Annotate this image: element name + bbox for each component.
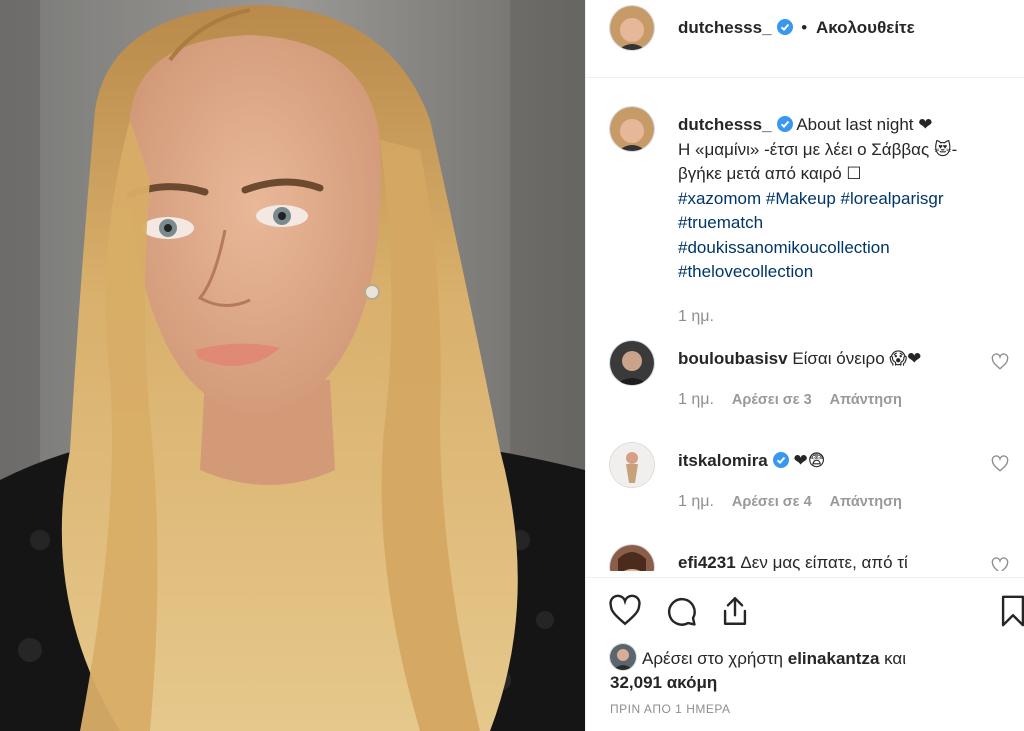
hashtag-line-2[interactable]: #truematch xyxy=(678,211,1008,236)
comment-item: itskalomira ❤😨 1 ημ. Αρέσει σε 4 Απάντηση xyxy=(586,443,1024,543)
save-bookmark-icon[interactable] xyxy=(996,594,1024,628)
hashtag-line-4[interactable]: #thelovecollection xyxy=(678,260,1008,285)
verified-badge-icon xyxy=(776,116,793,132)
post-header: dutchesss_ • Ακολουθείτε xyxy=(586,0,1024,78)
reply-button[interactable]: Απάντηση xyxy=(830,494,902,510)
hashtag-line-1[interactable]: #xazomom #Makeup #lorealparisgr xyxy=(678,187,1008,212)
likes-count[interactable]: 32,091 ακόμη xyxy=(610,673,717,692)
comments-section[interactable]: dutchesss_ About last night ❤ Η «μαμίνι»… xyxy=(586,79,1024,571)
caption-line-1: About last night ❤ xyxy=(796,115,933,134)
comment-likes[interactable]: Αρέσει σε 4 xyxy=(732,494,812,510)
comment-username[interactable]: bouloubasisv xyxy=(678,349,788,368)
post-panel: dutchesss_ • Ακολουθείτε dutchesss_ Abou… xyxy=(585,0,1024,731)
commenter-avatar[interactable] xyxy=(610,341,654,385)
caption-username[interactable]: dutchesss_ xyxy=(678,115,772,134)
comment-meta: 1 ημ. Αρέσει σε 4 Απάντηση xyxy=(678,493,920,511)
like-heart-icon[interactable] xyxy=(608,594,642,628)
hashtag-line-3[interactable]: #doukissanomikoucollection xyxy=(678,236,1008,261)
follow-status[interactable]: Ακολουθείτε xyxy=(816,18,915,37)
liker-username[interactable]: elinakantza xyxy=(788,649,880,668)
comment-body: Είσαι όνειρο 😱❤ xyxy=(792,349,922,368)
like-comment-heart-icon[interactable] xyxy=(991,353,1009,371)
separator: • xyxy=(801,18,808,37)
caption-text: dutchesss_ About last night ❤ Η «μαμίνι»… xyxy=(678,113,1008,285)
commenter-avatar[interactable] xyxy=(610,443,654,487)
author-line: dutchesss_ • Ακολουθείτε xyxy=(678,18,915,38)
comment-meta: 1 ημ. Αρέσει σε 3 Απάντηση xyxy=(678,391,920,409)
like-comment-heart-icon[interactable] xyxy=(991,455,1009,473)
caption-time: 1 ημ. xyxy=(678,308,714,325)
author-avatar[interactable] xyxy=(610,6,654,50)
caption-line-2: Η «μαμίνι» -έτσι με λέει ο Σάββας 😻- xyxy=(678,139,958,159)
comment-item: efi4231 Δεν μας είπατε, από τί xyxy=(586,545,1024,571)
comment-bubble-icon[interactable] xyxy=(664,594,698,628)
comment-time: 1 ημ. xyxy=(678,391,714,408)
likes-summary: Αρέσει στο χρήστη elinakantza και 32,091… xyxy=(610,644,906,695)
likes-conj: και xyxy=(884,649,907,668)
author-username[interactable]: dutchesss_ xyxy=(678,18,772,37)
comment-time: 1 ημ. xyxy=(678,493,714,510)
like-comment-heart-icon[interactable] xyxy=(991,557,1009,571)
reply-button[interactable]: Απάντηση xyxy=(830,392,902,408)
verified-badge-icon xyxy=(772,452,789,468)
comment-username[interactable]: itskalomira xyxy=(678,451,768,470)
actions-section: Αρέσει στο χρήστη elinakantza και 32,091… xyxy=(586,577,1024,731)
comment-body: Δεν μας είπατε, από τί xyxy=(740,553,908,571)
liker-avatar[interactable] xyxy=(610,644,636,670)
post-timestamp: ΠΡΙΝ ΑΠΟ 1 ΗΜΕΡΑ xyxy=(610,702,731,716)
likes-prefix: Αρέσει στο χρήστη xyxy=(642,649,784,668)
comment-item: bouloubasisv Είσαι όνειρο 😱❤ 1 ημ. Αρέσει… xyxy=(586,341,1024,441)
comment-text: bouloubasisv Είσαι όνειρο 😱❤ xyxy=(678,347,978,371)
post-photo[interactable] xyxy=(0,0,585,731)
comment-body: ❤😨 xyxy=(793,451,826,470)
caption-avatar[interactable] xyxy=(610,107,654,151)
caption-line-3: βγήκε μετά από καιρό ☐ xyxy=(678,164,862,183)
comment-text: efi4231 Δεν μας είπατε, από τί xyxy=(678,551,978,571)
share-icon[interactable] xyxy=(718,594,752,628)
commenter-avatar[interactable] xyxy=(610,545,654,571)
comment-text: itskalomira ❤😨 xyxy=(678,449,978,473)
verified-badge-icon xyxy=(776,19,793,35)
comment-likes[interactable]: Αρέσει σε 3 xyxy=(732,392,812,408)
comment-username[interactable]: efi4231 xyxy=(678,553,736,571)
